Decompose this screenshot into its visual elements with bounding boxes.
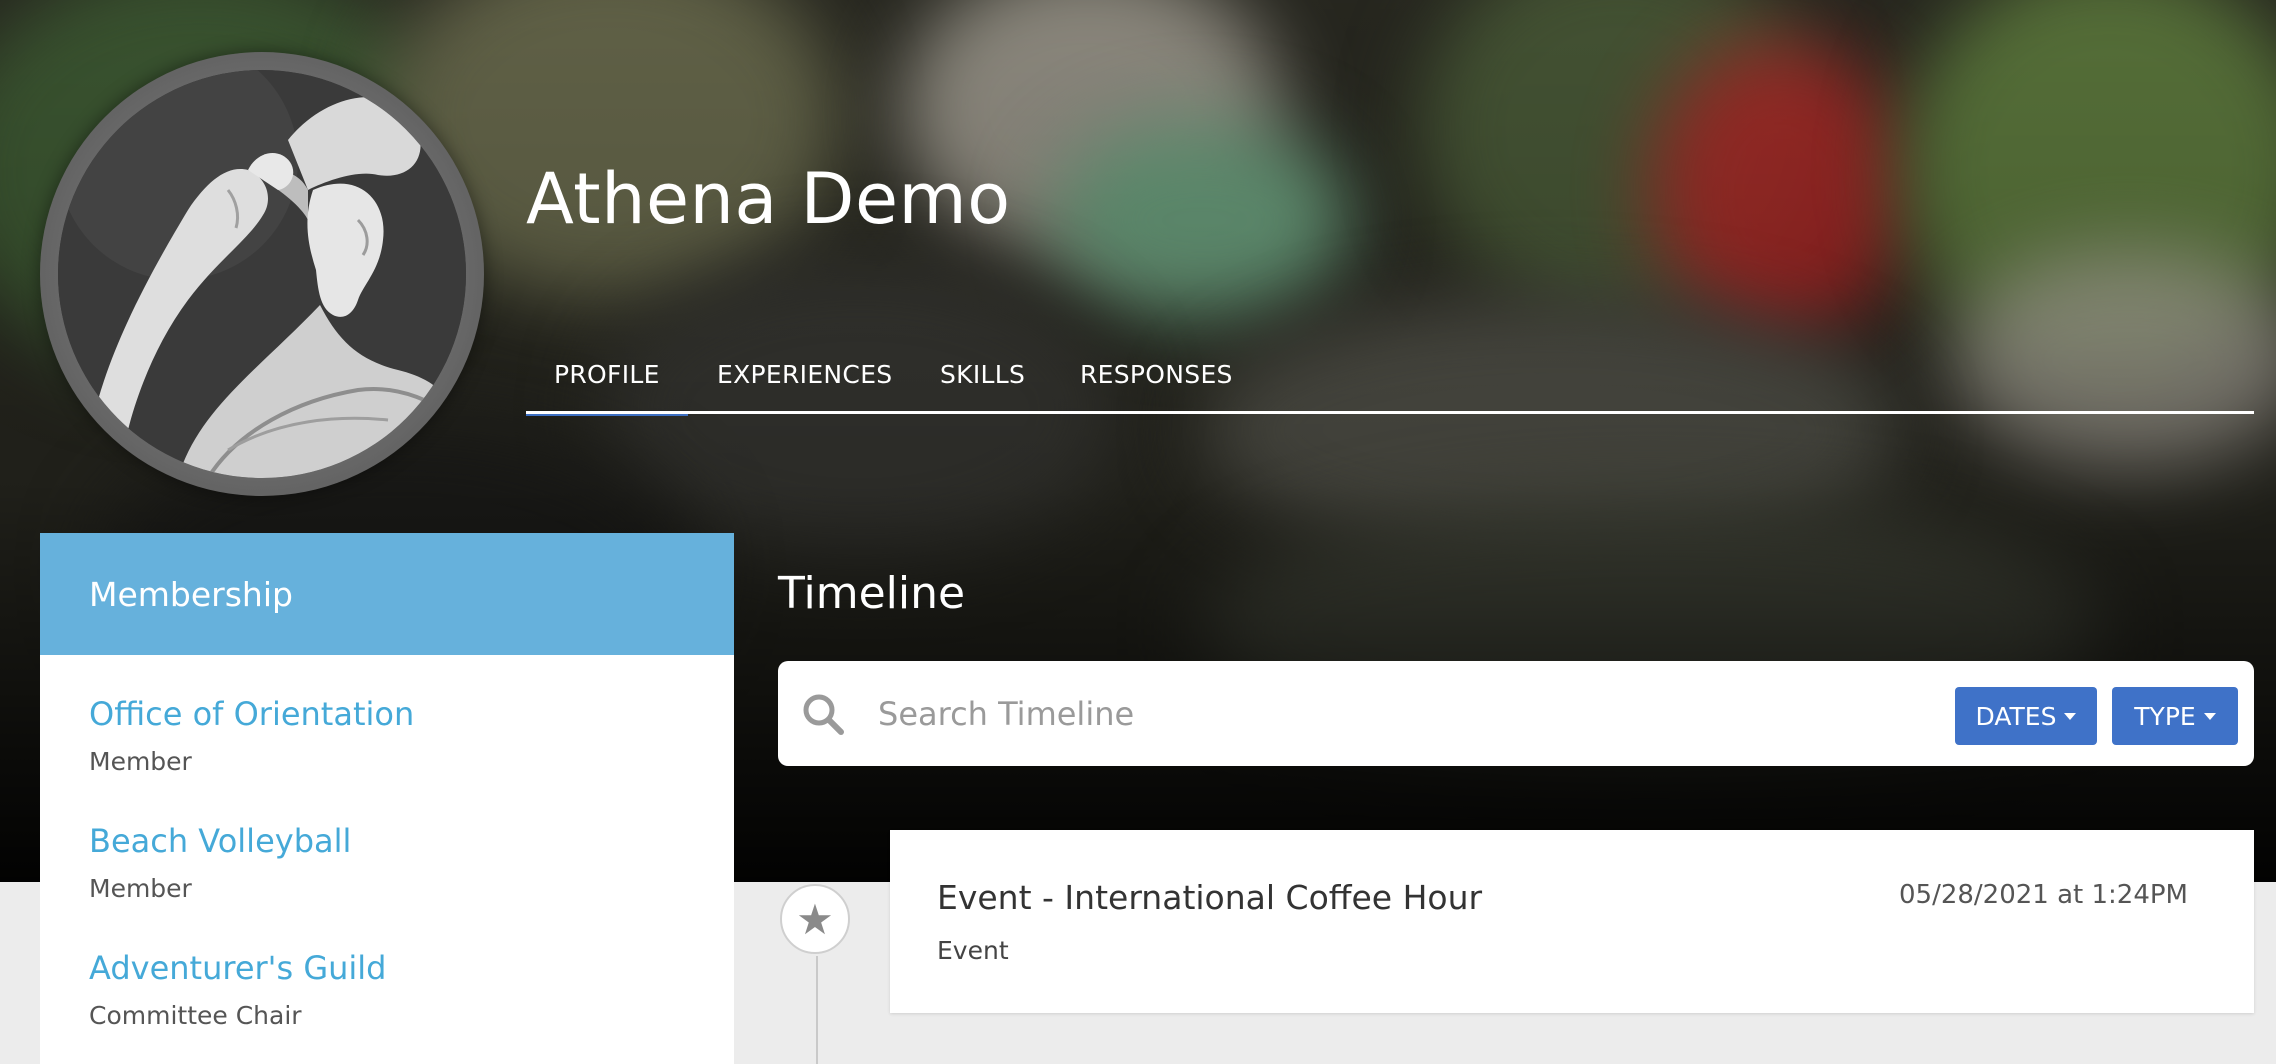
membership-org-link[interactable]: Adventurer's Guild [89,949,386,987]
type-filter-label: TYPE [2134,701,2196,731]
membership-header: Membership [40,533,734,655]
membership-role: Committee Chair [89,1001,302,1030]
timeline-event-card[interactable]: Event - International Coffee Hour Event … [890,830,2254,1013]
dates-filter-label: DATES [1975,701,2057,731]
timeline-search-bar: DATES TYPE [778,661,2254,766]
tab-profile[interactable]: PROFILE [526,360,688,416]
type-filter-button[interactable]: TYPE [2112,687,2238,745]
timeline-title: Timeline [778,568,966,619]
membership-panel: Membership Office of Orientation Member … [40,533,734,1064]
dates-filter-button[interactable]: DATES [1955,687,2097,745]
tab-experiences[interactable]: EXPERIENCES [717,360,892,414]
membership-item: Office of Orientation Member [40,695,734,776]
athena-statue-image [58,70,466,478]
membership-item: Adventurer's Guild Committee Chair [40,949,734,1030]
membership-item: Beach Volleyball Member [40,822,734,903]
tabs-divider [526,411,2254,414]
membership-org-link[interactable]: Office of Orientation [89,695,414,733]
profile-tabs: PROFILE EXPERIENCES SKILLS RESPONSES [526,346,2254,416]
event-date: 05/28/2021 at 1:24PM [1898,880,2188,910]
membership-org-link[interactable]: Beach Volleyball [89,822,351,860]
timeline-search-input[interactable] [876,683,1720,745]
tab-skills[interactable]: SKILLS [940,360,1025,414]
star-icon: ★ [780,884,850,954]
profile-name: Athena Demo [526,158,1011,240]
membership-role: Member [89,747,192,776]
caret-down-icon [2064,712,2077,720]
avatar [58,70,466,478]
event-title[interactable]: Event - International Coffee Hour [937,878,1482,917]
membership-role: Member [89,874,192,903]
search-icon [803,694,844,735]
timeline-connector [816,956,818,1064]
tab-responses[interactable]: RESPONSES [1080,360,1233,414]
event-type: Event [937,936,1009,965]
caret-down-icon [2203,712,2216,720]
